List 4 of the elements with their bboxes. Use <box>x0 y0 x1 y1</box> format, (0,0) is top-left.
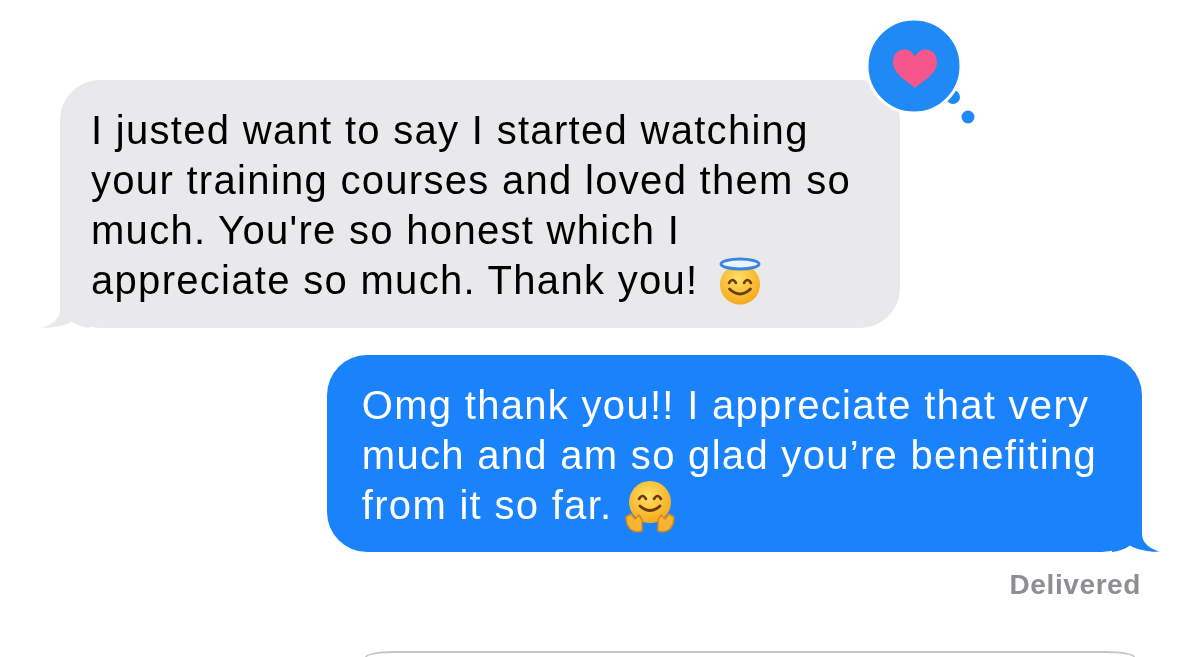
delivery-status: Delivered <box>1009 568 1141 602</box>
message-text: from it so far. <box>361 482 613 529</box>
message-input-field[interactable] <box>365 651 1135 657</box>
message-text: appreciate so much. Thank you! <box>91 257 699 304</box>
